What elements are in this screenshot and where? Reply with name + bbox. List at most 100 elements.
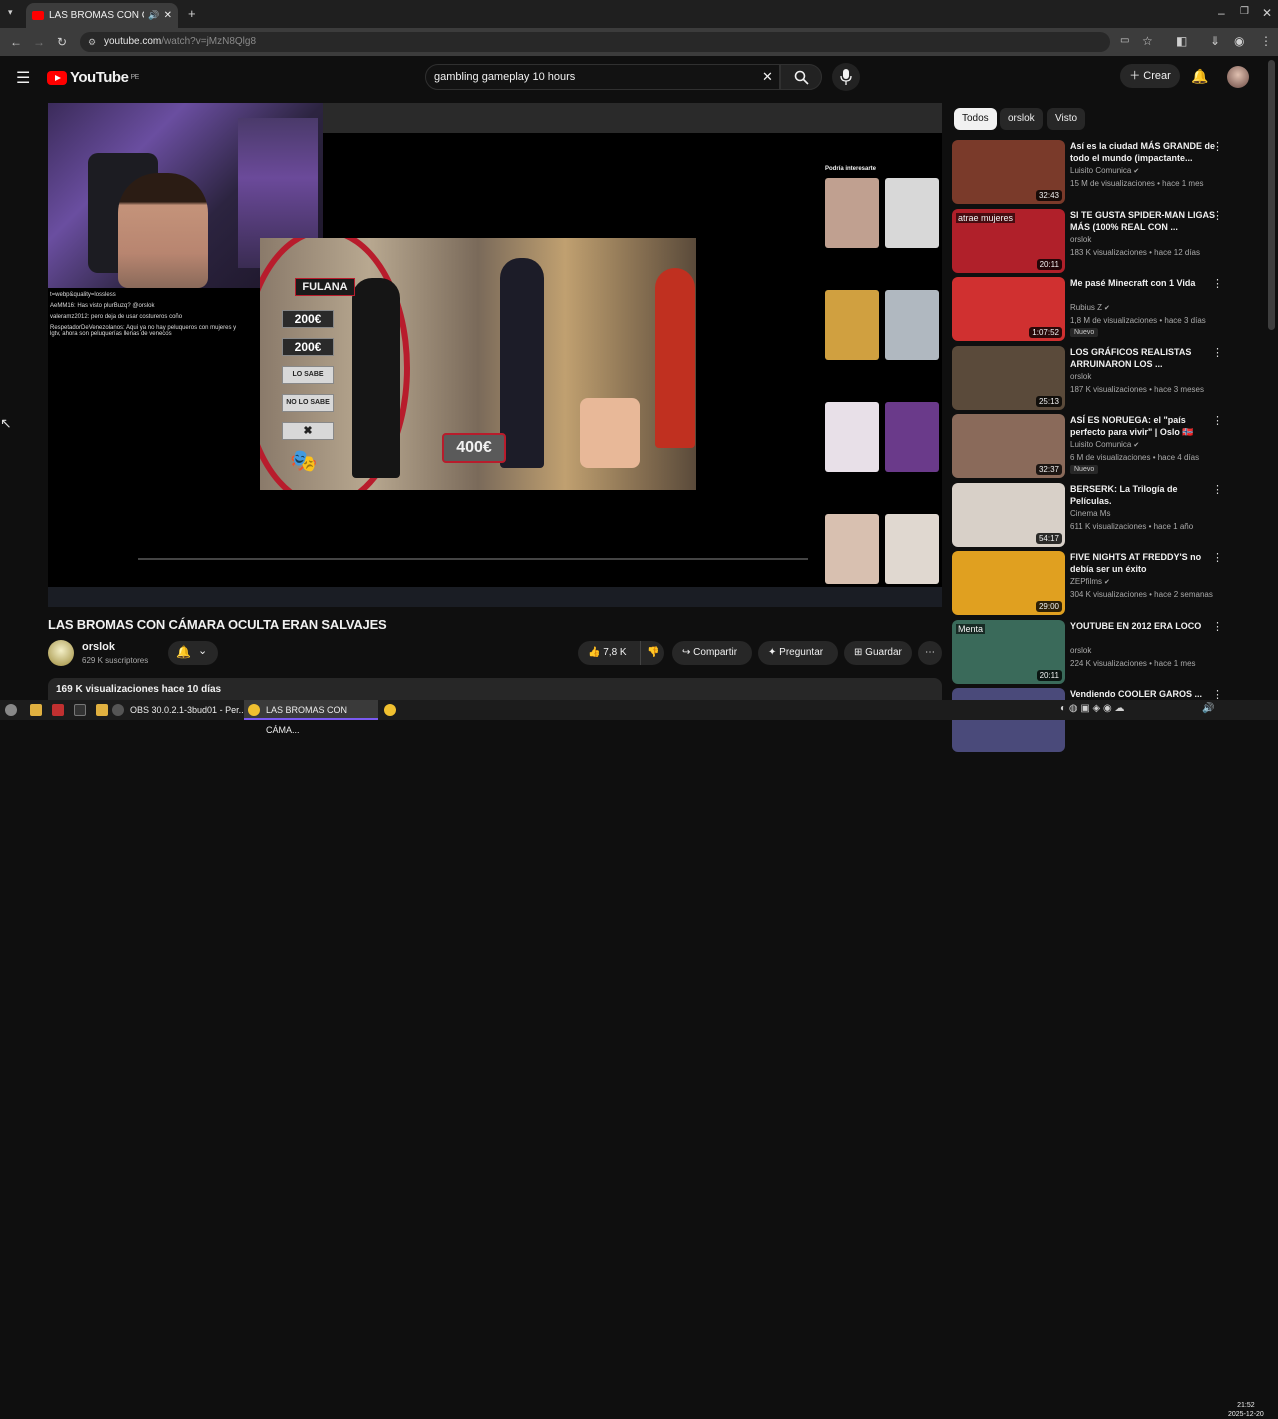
browser-menu-icon[interactable]: ⋮ [1260, 34, 1272, 48]
os-taskbar: OBS 30.0.2.1-3bud01 - Per... LAS BROMAS … [0, 700, 1278, 1418]
clear-search-icon[interactable]: ✕ [762, 65, 773, 89]
system-clock[interactable]: 21:52 2025-12-20 [1228, 1401, 1264, 1419]
more-vertical-icon[interactable]: ⋮ [1212, 140, 1223, 153]
reload-icon[interactable]: ↻ [57, 35, 67, 49]
recommendation-title[interactable]: Así es la ciudad MÁS GRANDE de todo el m… [1070, 140, 1218, 164]
browser-tab[interactable]: LAS BROMAS CON CÁMARA OCULTA ERAN SALVAJ… [26, 3, 178, 28]
notifications-bell-icon[interactable]: 🔔 [1191, 68, 1208, 85]
recommendation-item[interactable]: 29:00 FIVE NIGHTS AT FREDDY'S no debía se… [952, 551, 1272, 615]
cast-icon[interactable]: ▭ [1120, 35, 1129, 46]
close-tab-icon[interactable]: ✕ [164, 10, 172, 21]
app-icon[interactable] [52, 704, 64, 716]
channel-name[interactable]: orslok [82, 641, 115, 653]
tray-icons[interactable]: ◐ ◍ ▣ ◈ ◉ ☁ [1060, 703, 1125, 714]
recommendation-title[interactable]: SI TE GUSTA SPIDER-MAN LIGAS MÁS (100% R… [1070, 209, 1218, 233]
bookmark-star-icon[interactable]: ☆ [1142, 34, 1153, 48]
recommendation-title[interactable]: ASÍ ES NORUEGA: el "país perfecto para v… [1070, 414, 1218, 438]
more-vertical-icon[interactable]: ⋮ [1212, 414, 1223, 427]
youtube-logo[interactable]: YouTube PE [47, 69, 139, 86]
site-info-icon[interactable]: ⚙ [88, 32, 96, 52]
video-player[interactable]: t=webp&quality=lossless AeMM16: Has vist… [48, 103, 942, 607]
new-tab-icon[interactable]: + [188, 6, 196, 21]
recommendation-thumbnail[interactable]: 32:43 [952, 140, 1065, 204]
more-vertical-icon[interactable]: ⋮ [1212, 620, 1223, 633]
more-actions-button[interactable]: ⋯ [918, 641, 942, 665]
more-vertical-icon[interactable]: ⋮ [1212, 209, 1223, 222]
recommendation-item[interactable]: 32:37 ASÍ ES NORUEGA: el "país perfecto p… [952, 414, 1272, 478]
recommendation-title[interactable]: LOS GRÁFICOS REALISTAS ARRUINARON LOS ..… [1070, 346, 1218, 370]
more-vertical-icon[interactable]: ⋮ [1212, 277, 1223, 290]
recommendation-channel[interactable]: ZEPfilms [1070, 577, 1102, 586]
close-window-icon[interactable]: ✕ [1262, 6, 1272, 20]
recommendation-title[interactable]: FIVE NIGHTS AT FREDDY'S no debía ser un … [1070, 551, 1218, 575]
maximize-icon[interactable]: ❐ [1240, 6, 1249, 17]
forward-icon[interactable]: → [33, 35, 45, 49]
hamburger-menu-icon[interactable]: ☰ [16, 68, 30, 88]
search-input[interactable]: gambling gameplay 10 hours ✕ [425, 64, 780, 90]
url-field[interactable]: ⚙ youtube.com/watch?v=jMzN8Qlg8 [80, 32, 1110, 52]
like-button[interactable]: 👍 7,8 K [578, 641, 640, 665]
recommendation-meta: 224 K visualizaciones • hace 1 mes [1070, 659, 1196, 668]
voice-search-button[interactable] [832, 63, 860, 91]
extensions-icon[interactable]: ◧ [1176, 34, 1187, 48]
recommendation-channel[interactable]: Cinema Ms [1070, 509, 1110, 518]
back-icon[interactable]: ← [10, 35, 22, 49]
subscription-bell-button[interactable]: 🔔 ⌄ [168, 641, 218, 665]
more-vertical-icon[interactable]: ⋮ [1212, 346, 1223, 359]
channel-avatar[interactable] [48, 640, 74, 666]
recommendation-thumbnail[interactable] [952, 688, 1065, 752]
file-explorer-icon[interactable] [30, 704, 42, 716]
recommendation-item[interactable]: 1:07:52 Me pasé Minecraft con 1 Vida Rubiu… [952, 277, 1272, 341]
downloads-icon[interactable]: ⇓ [1210, 34, 1220, 48]
create-button[interactable]: ＋ Crear [1120, 64, 1180, 88]
start-icon[interactable] [5, 704, 17, 716]
recommendation-channel[interactable]: orslok [1070, 235, 1091, 244]
dislike-button[interactable]: 👎 [640, 641, 664, 665]
taskbar-browser[interactable]: LAS BROMAS CON CÁMA... [244, 700, 378, 735]
recommendation-channel[interactable]: orslok [1070, 372, 1091, 381]
scrollbar[interactable] [1268, 60, 1275, 330]
taskbar-obs[interactable]: OBS 30.0.2.1-3bud01 - Per... [108, 700, 252, 720]
recommendation-item[interactable]: Menta 20:11 YOUTUBE EN 2012 ERA LOCO orslok… [952, 620, 1272, 684]
recommendation-item[interactable]: 54:17 BERSERK: La Trilogía de Películas. C… [952, 483, 1272, 547]
tab-list-icon[interactable]: ▾ [8, 7, 13, 18]
minimize-icon[interactable]: – [1218, 6, 1225, 20]
recommendation-channel[interactable]: Luisito Comunica [1070, 440, 1131, 449]
more-vertical-icon[interactable]: ⋮ [1212, 483, 1223, 496]
recommendation-thumbnail[interactable]: atrae mujeres 20:11 [952, 209, 1065, 273]
more-vertical-icon[interactable]: ⋮ [1212, 551, 1223, 564]
share-button[interactable]: ↪ Compartir [672, 641, 752, 665]
terminal-icon[interactable] [74, 704, 86, 716]
recommendation-item[interactable]: atrae mujeres 20:11 SI TE GUSTA SPIDER-MAN… [952, 209, 1272, 273]
chrome-icon[interactable] [384, 704, 396, 716]
search-value: gambling gameplay 10 hours [434, 71, 576, 83]
recommendation-title[interactable]: YOUTUBE EN 2012 ERA LOCO [1070, 620, 1218, 632]
folder-icon[interactable] [96, 704, 108, 716]
recommendation-thumbnail[interactable]: 29:00 [952, 551, 1065, 615]
recommendation-thumbnail[interactable]: 54:17 [952, 483, 1065, 547]
recommendation-item[interactable]: 32:43 Así es la ciudad MÁS GRANDE de todo… [952, 140, 1272, 204]
ask-button[interactable]: ✦ Preguntar [758, 641, 838, 665]
chip-todos[interactable]: Todos [954, 108, 997, 130]
save-button[interactable]: ⊞ Guardar [844, 641, 912, 665]
chip-orslok[interactable]: orslok [1000, 108, 1043, 130]
recommendation-channel[interactable]: Luisito Comunica [1070, 166, 1131, 175]
volume-icon[interactable]: 🔊 [1202, 703, 1214, 714]
recommendation-title[interactable]: Me pasé Minecraft con 1 Vida [1070, 277, 1218, 289]
prank-video-frame: FULANA 200€ 200€ LO SABE NO LO SABE ✖ 🎭 … [260, 238, 696, 490]
recommendation-title[interactable]: BERSERK: La Trilogía de Películas. [1070, 483, 1218, 507]
recommendation-channel[interactable]: orslok [1070, 646, 1091, 655]
chip-visto[interactable]: Visto [1047, 108, 1086, 130]
recommendation-channel[interactable]: Rubius Z [1070, 303, 1102, 312]
speaker-icon[interactable]: 🔊 [148, 10, 159, 21]
recommendation-thumbnail[interactable]: 32:37 [952, 414, 1065, 478]
recommendation-thumbnail[interactable]: Menta 20:11 [952, 620, 1065, 684]
recommendation-thumbnail[interactable]: 25:13 [952, 346, 1065, 410]
account-avatar[interactable] [1227, 66, 1249, 88]
recommendation-thumbnail[interactable]: 1:07:52 [952, 277, 1065, 341]
recommendation-item[interactable]: Vendiendo COOLER GAROS ... ⋮ [952, 688, 1272, 752]
search-button[interactable] [780, 64, 822, 90]
recommendation-title[interactable]: Vendiendo COOLER GAROS ... [1070, 688, 1218, 700]
profile-icon[interactable]: ◉ [1234, 34, 1244, 48]
recommendation-item[interactable]: 25:13 LOS GRÁFICOS REALISTAS ARRUINARON L… [952, 346, 1272, 410]
